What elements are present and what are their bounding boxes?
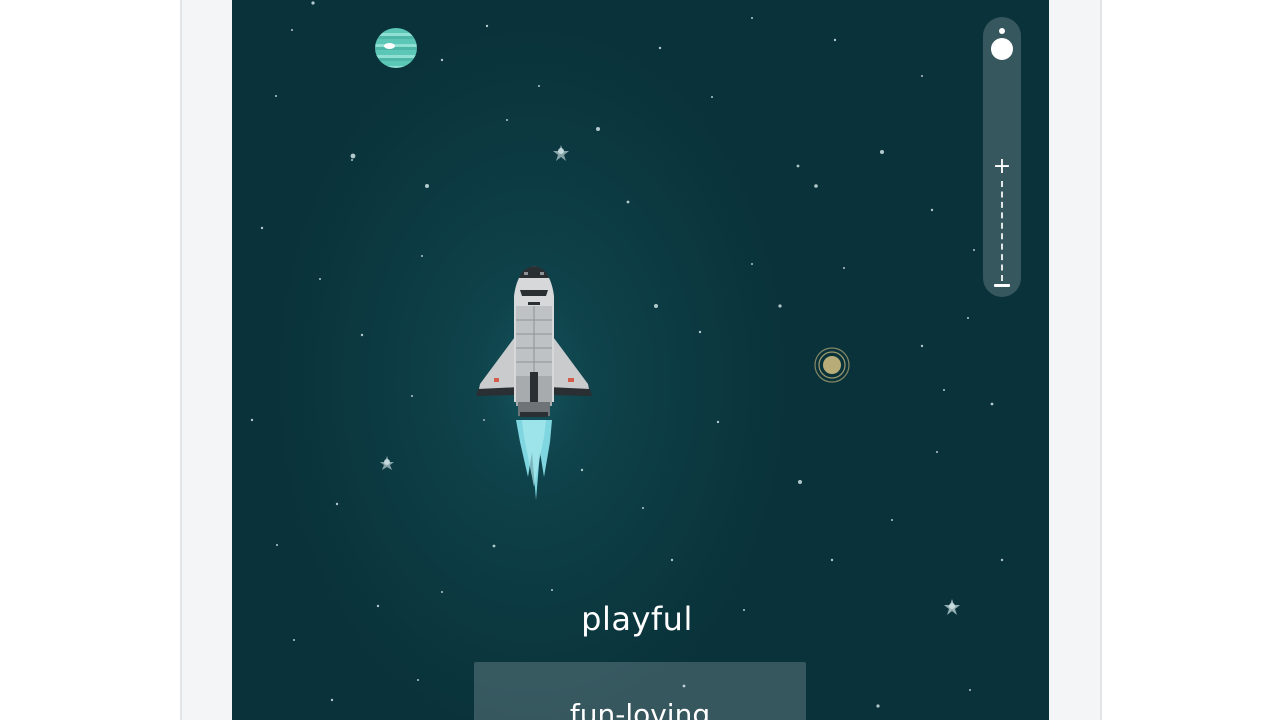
ringed-planet-icon xyxy=(814,347,850,383)
zoom-out-button[interactable] xyxy=(994,284,1010,287)
zoom-in-button[interactable]: + xyxy=(992,154,1012,179)
teal-planet-icon xyxy=(375,28,417,68)
space-shuttle-icon xyxy=(464,262,604,507)
answer-option-button[interactable]: fun-loving xyxy=(474,662,806,720)
zoom-track[interactable] xyxy=(1001,181,1003,281)
person-icon xyxy=(991,28,1013,60)
zoom-slider[interactable]: + xyxy=(983,17,1021,297)
prompt-word: playful xyxy=(581,600,693,638)
space-game-screen: + playful fun-loving xyxy=(232,0,1049,720)
plus-icon: + xyxy=(992,154,1012,179)
